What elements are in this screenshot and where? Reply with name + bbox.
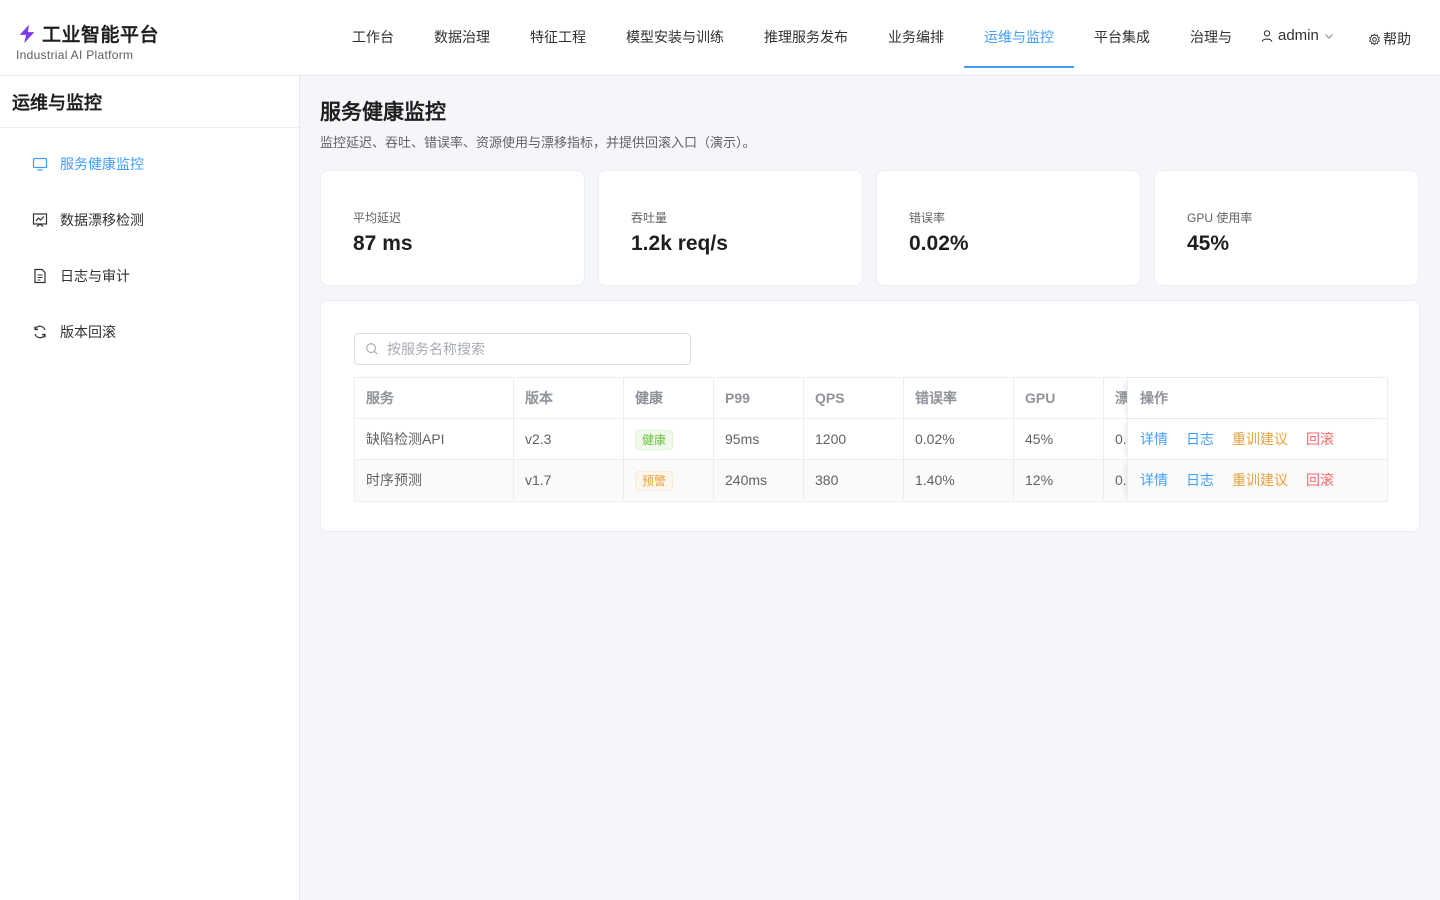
sidebar-item-label: 版本回滚: [60, 324, 116, 340]
sidebar-item-data-drift[interactable]: 数据漂移检测: [0, 192, 299, 248]
cell-error-rate: 0.02%: [904, 419, 1014, 459]
main-content: 服务健康监控 监控延迟、吞吐、错误率、资源使用与漂移指标，并提供回滚入口（演示）…: [320, 76, 1420, 532]
nav-item-data-governance[interactable]: 数据治理: [414, 0, 510, 74]
refresh-icon: [34, 325, 46, 339]
chart-icon: [32, 213, 48, 227]
cell-health: 健康: [624, 419, 714, 459]
cell-drift: 0.: [1104, 419, 1128, 459]
cell-version: v2.3: [514, 419, 624, 459]
sidebar: 运维与监控 服务健康监控 数据漂移检测 日志与审计 版本回滚: [0, 76, 300, 900]
rollback-link[interactable]: 回滚: [1306, 460, 1334, 500]
sidebar-item-label: 服务健康监控: [60, 156, 144, 172]
help-link[interactable]: 帮助: [1368, 29, 1411, 49]
stat-card-gpu-usage: GPU 使用率 45%: [1154, 170, 1419, 286]
cell-qps: 380: [804, 460, 904, 500]
cell-error-rate: 1.40%: [904, 460, 1014, 500]
cell-gpu: 45%: [1014, 419, 1104, 459]
lightning-icon: [19, 24, 35, 43]
column-header-actions: 操作: [1127, 378, 1387, 418]
brand-subtitle: Industrial AI Platform: [16, 48, 134, 62]
column-header-error-rate[interactable]: 错误率: [904, 378, 1014, 418]
status-badge: 预警: [635, 471, 674, 492]
sidebar-title: 运维与监控: [0, 76, 299, 128]
column-header-p99[interactable]: P99: [714, 378, 804, 418]
cell-health: 预警: [624, 460, 714, 500]
user-name: admin: [1278, 27, 1319, 44]
user-menu[interactable]: admin: [1260, 27, 1335, 44]
column-header-drift[interactable]: 漂: [1104, 378, 1128, 418]
stat-value: 45%: [1187, 232, 1230, 255]
table-row[interactable]: 时序预测 v1.7 预警 240ms 380 1.40% 12% 0. 详情 日志…: [355, 460, 1387, 501]
stat-label: GPU 使用率: [1187, 211, 1253, 225]
cell-actions: 详情 日志 重训建议 回滚: [1127, 460, 1387, 500]
nav-item-ops-monitoring[interactable]: 运维与监控: [964, 0, 1074, 68]
column-header-qps[interactable]: QPS: [804, 378, 904, 418]
nav-item-orchestration[interactable]: 业务编排: [868, 0, 964, 74]
sidebar-item-label: 数据漂移检测: [60, 212, 144, 228]
retrain-suggestion-link[interactable]: 重训建议: [1232, 460, 1288, 500]
cell-p99: 240ms: [714, 460, 804, 500]
search-icon: [366, 343, 378, 355]
nav-item-platform-integration[interactable]: 平台集成: [1074, 0, 1170, 74]
cell-qps: 1200: [804, 419, 904, 459]
top-header: 工业智能平台 Industrial AI Platform 工作台 数据治理 特…: [0, 0, 1440, 76]
retrain-suggestion-link[interactable]: 重训建议: [1232, 419, 1288, 459]
stats-row: 平均延迟 87 ms 吞吐量 1.2k req/s 错误率 0.02% GPU …: [320, 170, 1420, 286]
column-header-service[interactable]: 服务: [355, 378, 514, 418]
user-icon: [1261, 29, 1273, 42]
stat-value: 87 ms: [353, 232, 413, 255]
service-table: 服务 版本 健康 P99 QPS 错误率 GPU 漂 操作 缺陷检测API v2…: [354, 377, 1388, 502]
cell-actions: 详情 日志 重训建议 回滚: [1127, 419, 1387, 459]
nav-item-governance[interactable]: 治理与: [1170, 0, 1236, 74]
page-title: 服务健康监控: [320, 101, 446, 124]
gear-icon: [1368, 32, 1381, 45]
nav-item-model-training[interactable]: 模型安装与训练: [606, 0, 744, 74]
log-link[interactable]: 日志: [1186, 419, 1214, 459]
nav-item-workbench[interactable]: 工作台: [332, 0, 414, 74]
cell-service: 缺陷检测API: [355, 419, 514, 459]
chevron-down-icon: [1324, 33, 1333, 39]
log-link[interactable]: 日志: [1186, 460, 1214, 500]
stat-value: 0.02%: [909, 232, 969, 255]
sidebar-item-service-health[interactable]: 服务健康监控: [0, 136, 299, 192]
rollback-link[interactable]: 回滚: [1306, 419, 1334, 459]
stat-label: 吞吐量: [631, 211, 668, 225]
page-description: 监控延迟、吞吐、错误率、资源使用与漂移指标，并提供回滚入口（演示）。: [320, 135, 756, 150]
stat-label: 平均延迟: [353, 211, 402, 225]
stat-card-error-rate: 错误率 0.02%: [876, 170, 1141, 286]
monitor-icon: [32, 157, 48, 171]
cell-drift: 0.: [1104, 460, 1128, 500]
stat-card-latency: 平均延迟 87 ms: [320, 170, 585, 286]
column-header-health[interactable]: 健康: [624, 378, 714, 418]
cell-gpu: 12%: [1014, 460, 1104, 500]
cell-p99: 95ms: [714, 419, 804, 459]
table-row[interactable]: 缺陷检测API v2.3 健康 95ms 1200 0.02% 45% 0. 详…: [355, 419, 1387, 460]
nav-item-feature-engineering[interactable]: 特征工程: [510, 0, 606, 74]
stat-value: 1.2k req/s: [631, 232, 728, 255]
sidebar-item-logs-audit[interactable]: 日志与审计: [0, 248, 299, 304]
help-label: 帮助: [1383, 31, 1411, 47]
stat-label: 错误率: [909, 211, 946, 225]
column-header-gpu[interactable]: GPU: [1014, 378, 1104, 418]
cell-service: 时序预测: [355, 460, 514, 500]
stat-card-throughput: 吞吐量 1.2k req/s: [598, 170, 863, 286]
brand[interactable]: 工业智能平台 Industrial AI Platform: [16, 20, 159, 62]
nav-item-inference-publish[interactable]: 推理服务发布: [744, 0, 868, 74]
document-icon: [34, 268, 46, 284]
sidebar-item-label: 日志与审计: [60, 268, 130, 284]
table-header-row: 服务 版本 健康 P99 QPS 错误率 GPU 漂 操作: [355, 378, 1387, 419]
service-table-card: 服务 版本 健康 P99 QPS 错误率 GPU 漂 操作 缺陷检测API v2…: [320, 300, 1420, 532]
sidebar-item-version-rollback[interactable]: 版本回滚: [0, 304, 299, 360]
search-box[interactable]: [354, 333, 691, 365]
top-nav: 工作台 数据治理 特征工程 模型安装与训练 推理服务发布 业务编排 运维与监控 …: [332, 0, 1236, 76]
brand-title: 工业智能平台: [42, 25, 160, 46]
status-badge: 健康: [635, 430, 674, 451]
detail-link[interactable]: 详情: [1140, 419, 1168, 459]
column-header-version[interactable]: 版本: [514, 378, 624, 418]
cell-version: v1.7: [514, 460, 624, 500]
detail-link[interactable]: 详情: [1140, 460, 1168, 500]
search-input[interactable]: [387, 341, 677, 357]
